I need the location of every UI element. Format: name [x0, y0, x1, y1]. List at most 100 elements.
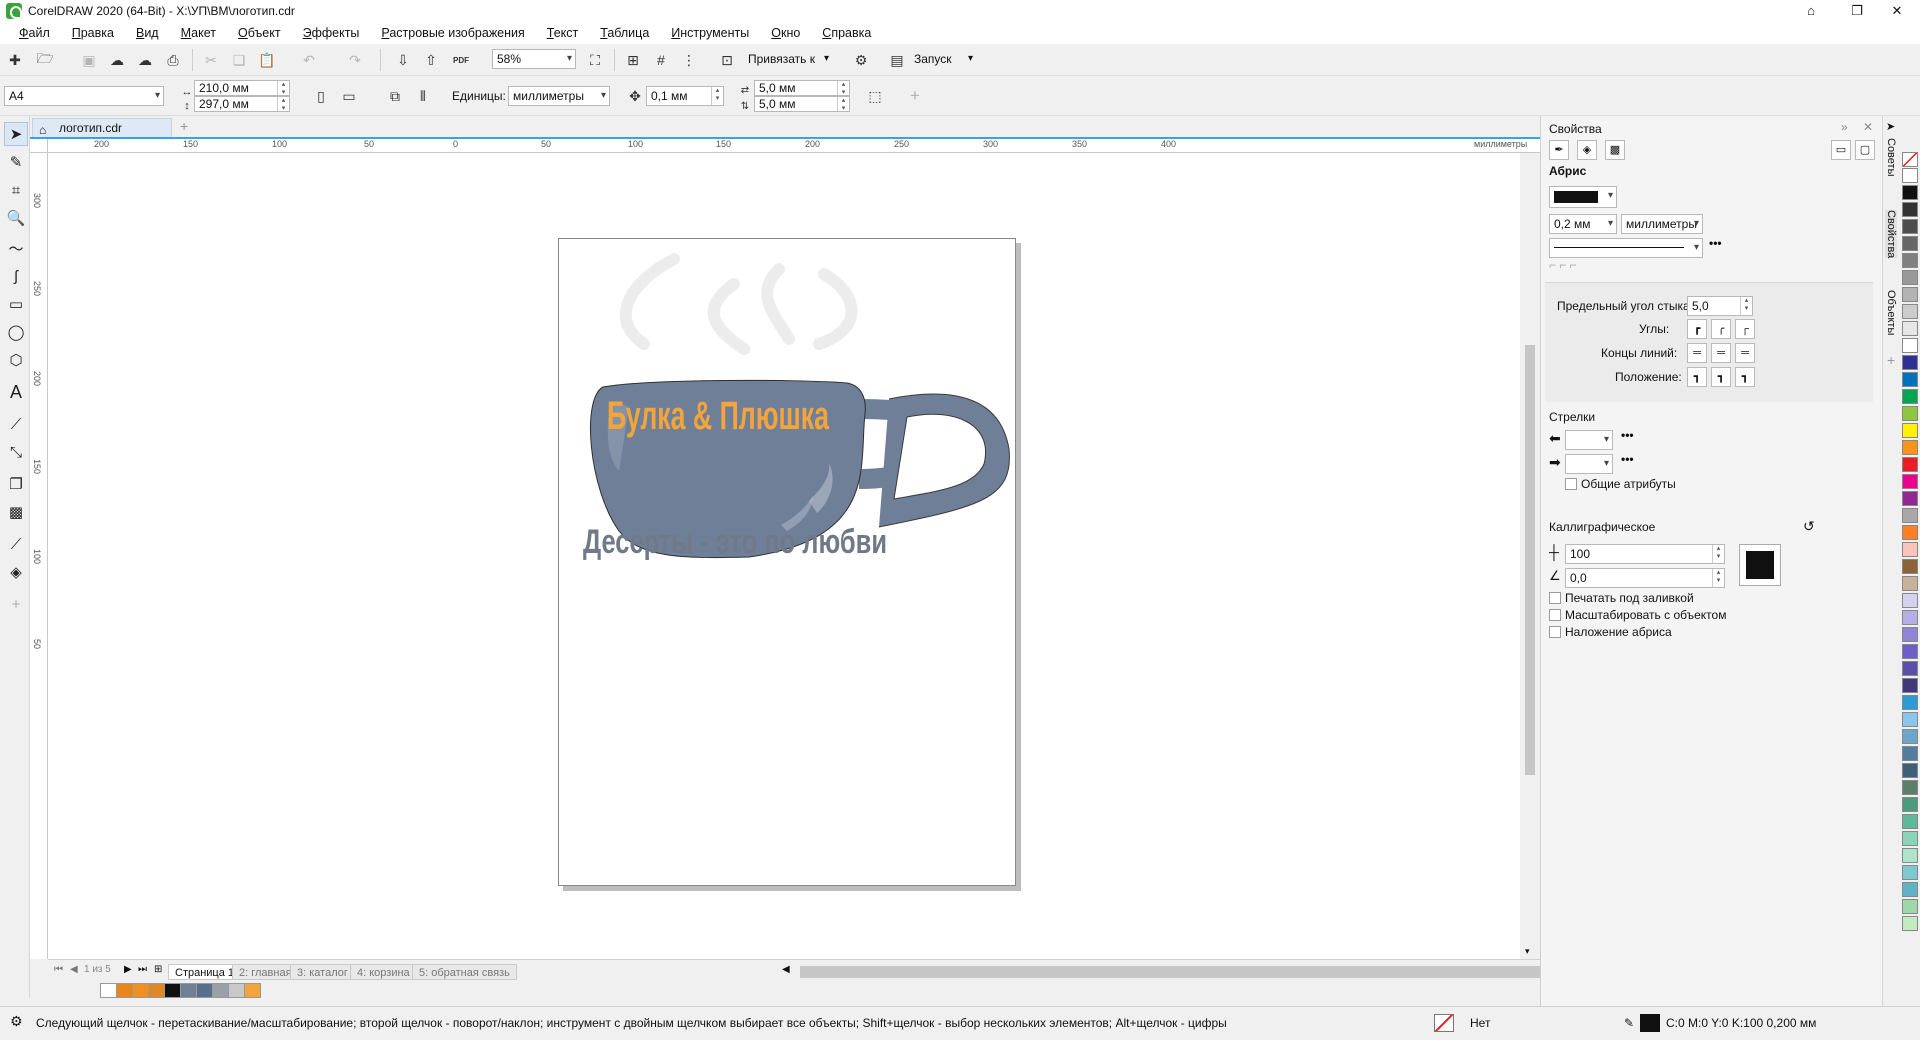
spinner[interactable]: ▴ ▾	[277, 81, 289, 96]
palette-color-swatch[interactable]	[1902, 729, 1918, 744]
spinner[interactable]: ▴ ▾	[1740, 297, 1752, 315]
options-gear-icon[interactable]: ⚙	[850, 49, 872, 71]
outline-color-picker[interactable]	[1549, 186, 1617, 208]
palette-color-swatch[interactable]	[1902, 202, 1918, 217]
outline-width-field[interactable]: 0,2 мм	[1549, 214, 1617, 234]
outline-tab-icon[interactable]: ✒	[1549, 140, 1569, 160]
bevel-corner-icon[interactable]: ┌	[1735, 319, 1755, 339]
menu-table[interactable]: Таблица	[589, 26, 660, 40]
palette-color-swatch[interactable]	[1902, 831, 1918, 846]
cloud-upload-icon[interactable]: ☁	[134, 49, 156, 71]
center-position-icon[interactable]: ┓	[1711, 367, 1731, 387]
end-arrow-select[interactable]	[1565, 454, 1613, 474]
current-page-icon[interactable]: ⫴	[412, 85, 434, 107]
vertical-scrollbar[interactable]: ▾	[1520, 153, 1540, 959]
tab-hints[interactable]: Советы	[1885, 138, 1897, 176]
shadow-tool-icon[interactable]: ❐	[4, 472, 28, 496]
menu-edit[interactable]: Правка	[61, 26, 125, 40]
round-corner-icon[interactable]: ╭	[1711, 319, 1731, 339]
end-arrow-more-icon[interactable]: •••	[1621, 452, 1634, 466]
collapse-docker-icon[interactable]: »	[1841, 120, 1848, 134]
palette-color-swatch[interactable]	[1902, 644, 1918, 659]
inside-position-icon[interactable]: ┓	[1735, 367, 1755, 387]
pick-tool-icon[interactable]: ➤	[4, 122, 28, 146]
palette-color-swatch[interactable]	[1902, 814, 1918, 829]
close-docker-icon[interactable]: ✕	[1863, 120, 1873, 134]
launch-button[interactable]: Запуск	[914, 49, 952, 69]
palette-color-swatch[interactable]	[1902, 236, 1918, 251]
menu-window[interactable]: Окно	[760, 26, 811, 40]
portrait-icon[interactable]: ▯	[310, 85, 332, 107]
spinner[interactable]: ▴ ▾	[837, 97, 849, 112]
palette-color-swatch[interactable]	[1902, 797, 1918, 812]
palette-color-swatch[interactable]	[1902, 440, 1918, 455]
tab-properties[interactable]: Свойства	[1885, 210, 1897, 259]
copy-icon[interactable]: ❏	[228, 49, 250, 71]
palette-color-swatch[interactable]	[1902, 899, 1918, 914]
palette-color-swatch[interactable]	[1902, 865, 1918, 880]
palette-color-swatch[interactable]	[1902, 678, 1918, 693]
page-tab-3[interactable]: 3: каталог	[290, 964, 355, 980]
scroll-left-icon[interactable]: ◀	[782, 964, 790, 975]
first-page-icon[interactable]: ⏮	[54, 964, 63, 975]
all-pages-icon[interactable]: ⧉	[384, 85, 406, 107]
page-width-field[interactable]: 210,0 мм ▴ ▾	[194, 80, 290, 96]
import-icon[interactable]: ⇩	[392, 49, 414, 71]
outside-position-icon[interactable]: ┓	[1687, 367, 1707, 387]
palette-color-swatch[interactable]	[1902, 695, 1918, 710]
menu-help[interactable]: Справка	[811, 26, 882, 40]
palette-color-swatch[interactable]	[1902, 270, 1918, 285]
round-cap-icon[interactable]: ═	[1711, 343, 1731, 363]
drawing-canvas[interactable]: Булка & Плюшка Десерты - это по любви	[48, 153, 1520, 959]
start-arrow-more-icon[interactable]: •••	[1621, 428, 1634, 442]
page-height-field[interactable]: 297,0 мм ▴ ▾	[194, 96, 290, 112]
ruler-origin[interactable]	[30, 139, 48, 153]
save-icon[interactable]: ▣	[78, 49, 100, 71]
palette-color-swatch[interactable]	[1902, 321, 1918, 336]
angle-field[interactable]: 0,0 ▴ ▾	[1565, 568, 1725, 588]
scroll-down-icon[interactable]: ▾	[1525, 946, 1530, 957]
miter-limit-field[interactable]: 5,0 ▴ ▾	[1687, 296, 1753, 316]
print-under-fill-checkbox[interactable]	[1549, 592, 1561, 604]
document-color-swatch[interactable]	[228, 983, 245, 998]
logo-artwork[interactable]: Булка & Плюшка Десерты - это по любви	[559, 239, 1017, 887]
palette-color-swatch[interactable]	[1902, 542, 1918, 557]
document-color-swatch[interactable]	[212, 983, 229, 998]
next-page-icon[interactable]: ▶	[124, 964, 132, 975]
palette-color-swatch[interactable]	[1902, 389, 1918, 404]
start-arrow-select[interactable]	[1565, 430, 1613, 450]
connector-tool-icon[interactable]: ⤡	[4, 440, 28, 464]
miter-corner-icon[interactable]: ┏	[1687, 319, 1707, 339]
stretch-field[interactable]: 100 ▴ ▾	[1565, 544, 1725, 564]
palette-color-swatch[interactable]	[1902, 576, 1918, 591]
units-select[interactable]: миллиметры	[508, 86, 610, 106]
menu-layout[interactable]: Макет	[170, 26, 227, 40]
rulers-icon[interactable]: ⊞	[622, 49, 644, 71]
launch-icon[interactable]: ▤	[886, 49, 908, 71]
vertical-ruler[interactable]: 300 250 200 150 100 50	[30, 153, 48, 959]
palette-color-swatch[interactable]	[1902, 423, 1918, 438]
menu-object[interactable]: Объект	[227, 26, 292, 40]
spinner[interactable]: ▴ ▾	[277, 97, 289, 112]
shared-attributes-checkbox[interactable]	[1565, 478, 1577, 490]
add-page-icon[interactable]: ⊞	[154, 964, 162, 975]
palette-color-swatch[interactable]	[1902, 287, 1918, 302]
palette-color-swatch[interactable]	[1902, 593, 1918, 608]
nudge-distance-field[interactable]: 0,1 мм ▴ ▾	[646, 86, 724, 106]
page-add-icon[interactable]: ▢	[1855, 140, 1875, 160]
add-icon[interactable]: +	[904, 85, 926, 107]
palette-color-swatch[interactable]	[1902, 916, 1918, 931]
export-icon[interactable]: ⇧	[420, 49, 442, 71]
print-icon[interactable]: ⎙	[162, 49, 184, 71]
square-cap-icon[interactable]: ═	[1735, 343, 1755, 363]
palette-color-swatch[interactable]	[1902, 457, 1918, 472]
palette-color-swatch[interactable]	[1902, 406, 1918, 421]
menu-file[interactable]: Файл	[8, 26, 61, 40]
interactive-fill-icon[interactable]: ◈	[4, 560, 28, 584]
shape-tool-icon[interactable]: ✎	[4, 150, 28, 174]
grid-icon[interactable]: #	[650, 49, 672, 71]
fill-tab-icon[interactable]: ◈	[1577, 140, 1597, 160]
crop-tool-icon[interactable]: ⌗	[4, 178, 28, 202]
zoom-tool-icon[interactable]: 🔍	[4, 206, 28, 230]
no-color-swatch[interactable]	[1902, 152, 1918, 167]
